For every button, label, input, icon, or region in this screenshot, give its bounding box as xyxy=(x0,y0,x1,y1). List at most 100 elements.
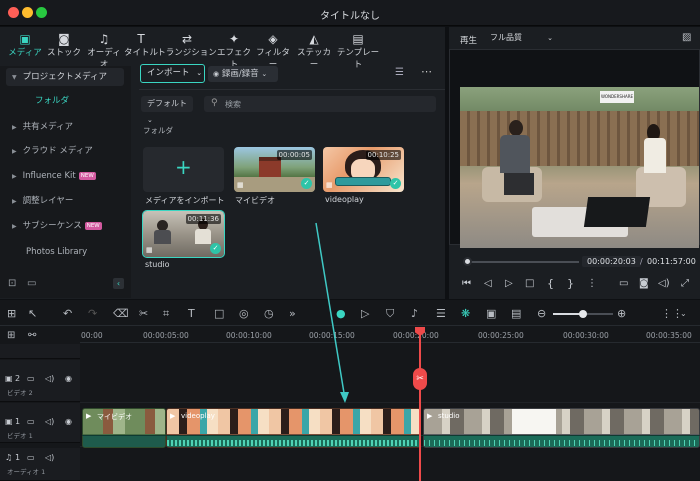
tab-template[interactable]: ▤ テンプレート xyxy=(334,32,382,70)
sidebar-item-cloud-media[interactable]: ▶ クラウド メディア xyxy=(6,142,124,160)
speaker-icon[interactable]: ◁) xyxy=(45,453,54,462)
current-time: 00:00:20:03 xyxy=(582,256,641,267)
music-note-icon: ♫ xyxy=(5,453,13,462)
media-thumbnail-selected[interactable]: 00:11:36 ▦ ✓ xyxy=(142,210,225,258)
screen-icon[interactable]: ▤ xyxy=(511,308,521,320)
frame-back-icon[interactable]: ◁ xyxy=(484,278,492,289)
snapshot-image-icon[interactable]: ▨ xyxy=(682,32,691,43)
track-header-video2[interactable]: ▣ 2 ▭ ◁) ◉ ビデオ 2 xyxy=(0,360,80,402)
zoom-slider-handle[interactable] xyxy=(579,310,587,318)
record-dropdown-button[interactable]: ◉ 録画/録音 ⌄ xyxy=(208,66,278,82)
sidebar-item-folder[interactable]: フォルダ xyxy=(6,92,124,110)
sidebar-item-photos-library[interactable]: Photos Library xyxy=(6,243,124,261)
tab-title[interactable]: T タイトル xyxy=(121,32,161,58)
tab-filter[interactable]: ◈ フィルター xyxy=(253,32,293,70)
track-header-video1[interactable]: ▣ 1 ▭ ◁) ◉ ビデオ 1 xyxy=(0,403,80,443)
chevron-down-icon[interactable]: ⌄ xyxy=(680,308,687,320)
cut-icon[interactable]: ✂ xyxy=(139,308,148,320)
play-badge-icon: ▶ xyxy=(170,412,176,420)
display-icon[interactable]: ▭ xyxy=(619,278,628,289)
import-dropdown-button[interactable]: インポート ⌄ xyxy=(140,64,205,83)
markers-icon[interactable]: ⋮ xyxy=(587,278,597,289)
shield-marker-icon[interactable]: ⛉ xyxy=(386,308,394,320)
timer-icon[interactable]: ◷ xyxy=(264,308,274,320)
more-options-icon[interactable]: ⋯ xyxy=(421,65,432,78)
select-arrow-icon[interactable]: ↖ xyxy=(28,308,37,320)
microphone-icon[interactable]: ♪ xyxy=(411,308,418,320)
new-folder-icon[interactable]: ⊡ xyxy=(8,278,16,289)
folder-icon[interactable]: ▭ xyxy=(27,278,36,289)
redo-icon[interactable]: ↷ xyxy=(88,308,97,320)
timeline-clip[interactable]: ▶ videoplay xyxy=(166,408,421,448)
speaker-icon[interactable]: ◁) xyxy=(45,374,54,383)
sidebar-item-project-media[interactable]: ▼ プロジェクトメディア xyxy=(6,68,124,86)
transition-icon: ⇄ xyxy=(181,32,193,46)
speaker-icon[interactable]: ◁) xyxy=(45,417,54,426)
undo-icon[interactable]: ↶ xyxy=(63,308,72,320)
camera-icon[interactable]: ◙ xyxy=(639,278,649,289)
tab-effect[interactable]: ✦ エフェクト xyxy=(214,32,254,70)
search-input[interactable]: ⚲ 検索 xyxy=(204,96,436,112)
new-badge: NEW xyxy=(78,172,96,180)
folder-icon[interactable]: ▭ xyxy=(27,374,35,383)
import-media-tile[interactable]: + xyxy=(143,147,224,192)
stop-icon[interactable]: □ xyxy=(525,278,534,289)
zoom-in-icon[interactable]: ⊕ xyxy=(617,308,626,320)
snap-icon[interactable]: ❋ xyxy=(461,308,470,320)
collapse-sidebar-icon[interactable]: ‹ xyxy=(113,278,124,289)
crop-icon[interactable]: ⌗ xyxy=(163,308,169,320)
link-icon[interactable]: ⚯ xyxy=(28,330,36,341)
delete-icon[interactable]: ⌫ xyxy=(113,308,129,320)
mark-out-icon[interactable]: } xyxy=(567,277,574,290)
record-icon: ◉ xyxy=(213,70,220,78)
media-thumbnail[interactable]: 00:00:05 ▦ ✓ xyxy=(234,147,315,192)
filter-sort-icon[interactable]: ☰ xyxy=(395,67,404,78)
quality-dropdown[interactable]: フル品質 ⌄ xyxy=(485,30,561,47)
sidebar-item-subsequence[interactable]: ▶ サブシーケンス NEW xyxy=(6,217,124,235)
audio-waveform xyxy=(167,440,420,446)
shrine-image xyxy=(259,157,281,177)
zoom-out-icon[interactable]: ⊖ xyxy=(537,308,546,320)
marker-box-icon[interactable]: □ xyxy=(214,308,224,320)
layout-grid-icon[interactable]: ⊞ xyxy=(7,308,16,320)
preview-scrubber-handle[interactable] xyxy=(463,257,472,266)
add-track-icon[interactable]: ⊞ xyxy=(7,330,15,341)
fullscreen-icon[interactable]: ⤢ xyxy=(681,278,689,289)
import-tile-label: メディアをインポート xyxy=(145,196,225,205)
folder-icon[interactable]: ▭ xyxy=(27,417,35,426)
annotation-arrow xyxy=(315,222,349,403)
folder-heading: フォルダ xyxy=(143,126,173,135)
playhead[interactable] xyxy=(419,328,421,481)
timeline-clip[interactable]: ▶ マイビデオ xyxy=(82,408,166,448)
list-icon[interactable]: ☰ xyxy=(436,308,446,320)
speed-icon[interactable]: ◎ xyxy=(239,308,249,320)
sidebar-item-influence-kit[interactable]: ▶ Influence Kit NEW xyxy=(6,167,124,185)
mark-in-icon[interactable]: { xyxy=(547,277,554,290)
split-scissors-icon[interactable]: ✂ xyxy=(413,368,427,390)
eye-icon[interactable]: ◉ xyxy=(65,417,72,426)
sidebar-item-adjustment-layer[interactable]: ▶ 調整レイヤー xyxy=(6,192,124,210)
default-dropdown[interactable]: デフォルト ⌄ xyxy=(141,96,193,124)
preview-panel: 再生 フル品質 ⌄ ▨ WONDERSHARE 00:00:20:03 / 00:… xyxy=(449,27,700,299)
timeline-clip[interactable]: ▶ studio xyxy=(423,408,700,448)
step-back-icon[interactable]: ⏮ xyxy=(462,278,471,289)
folder-icon[interactable]: ▭ xyxy=(27,453,35,462)
play-icon[interactable]: ▷ xyxy=(505,278,513,289)
tab-stock[interactable]: ◙ ストック xyxy=(44,32,84,58)
volume-icon[interactable]: ◁) xyxy=(658,278,670,289)
tab-transition[interactable]: ⇄ トランジション xyxy=(157,32,217,58)
pip-icon[interactable]: ▣ xyxy=(486,308,496,320)
tab-audio[interactable]: ♫ オーディオ xyxy=(84,32,124,70)
more-chevron-icon[interactable]: » xyxy=(289,308,296,320)
preview-scrubber-track[interactable] xyxy=(464,261,579,263)
tab-sticker[interactable]: ◭ ステッカー xyxy=(294,32,334,70)
media-thumbnail[interactable]: 00:10:25 ▦ ✓ xyxy=(323,147,404,192)
track-header-audio1[interactable]: ♫ 1 ▭ ◁) オーディオ 1 xyxy=(0,448,80,481)
sidebar-item-shared-media[interactable]: ▶ 共有メディア xyxy=(6,118,124,136)
render-preview-icon[interactable]: ▷ xyxy=(361,308,369,320)
eye-icon[interactable]: ◉ xyxy=(65,374,72,383)
wondershare-logo: WONDERSHARE xyxy=(600,91,634,103)
tab-media[interactable]: ▣ メディア xyxy=(5,32,45,58)
preview-canvas: WONDERSHARE xyxy=(449,49,700,248)
text-icon[interactable]: T xyxy=(188,308,195,320)
